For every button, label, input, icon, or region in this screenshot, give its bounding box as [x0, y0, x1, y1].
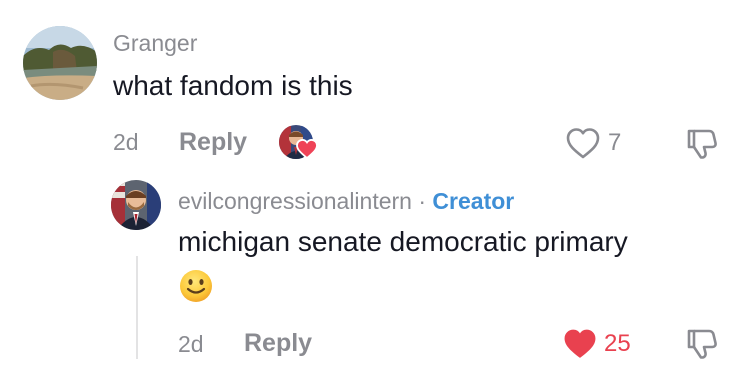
- creator-liked-indicator: [279, 125, 321, 163]
- comment-like-count: 7: [608, 129, 622, 156]
- thumbs-down-icon[interactable]: [683, 326, 719, 362]
- creator-liked-heart-icon: [296, 138, 318, 160]
- heart-filled-icon[interactable]: [561, 326, 599, 361]
- reply-thread-line: [136, 256, 138, 359]
- commenter-avatar[interactable]: [23, 26, 97, 100]
- reply-username[interactable]: evilcongressionalintern: [178, 188, 412, 214]
- heart-outline-icon[interactable]: [565, 126, 601, 160]
- username-separator: ·: [418, 188, 427, 214]
- slightly-smiling-face-icon: [178, 268, 214, 304]
- reply-reply-button[interactable]: Reply: [244, 327, 312, 359]
- creator-badge: Creator: [432, 188, 515, 214]
- thumbs-down-icon[interactable]: [683, 126, 719, 162]
- comment-date: 2d: [113, 129, 139, 155]
- comment-reply-button[interactable]: Reply: [179, 126, 247, 158]
- landscape-avatar-image: [23, 26, 97, 100]
- reply-author-avatar[interactable]: [111, 180, 161, 230]
- reply-date: 2d: [178, 331, 204, 357]
- reply-text: michigan senate democratic primary: [178, 226, 628, 257]
- person-portrait-avatar-image: [111, 180, 161, 230]
- comment-text: what fandom is this: [113, 70, 353, 101]
- commenter-username[interactable]: Granger: [113, 29, 197, 57]
- reply-author-line: evilcongressionalintern · Creator: [178, 187, 514, 215]
- reply-like-count: 25: [604, 330, 631, 357]
